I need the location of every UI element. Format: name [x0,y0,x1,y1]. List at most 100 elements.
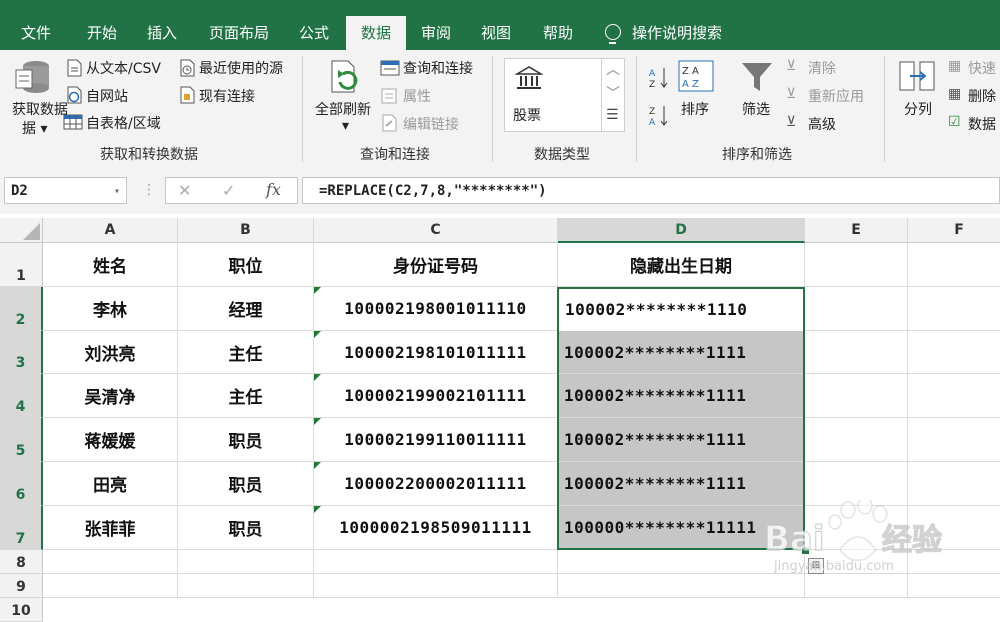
row-header[interactable]: 9 [0,574,43,598]
table-cell-title[interactable]: 职员 [178,462,314,506]
tab-insert[interactable]: 插入 [136,16,188,50]
table-cell-masked[interactable]: 100000********11111 [558,506,805,550]
column-header-a[interactable]: A [43,218,178,243]
insert-function-icon[interactable]: fx [266,180,281,199]
text-to-columns-button[interactable]: 分列 [904,99,932,119]
name-box[interactable]: D2 ▾ [4,177,127,204]
header-cell-name[interactable]: 姓名 [43,243,178,287]
table-cell-title[interactable]: 职员 [178,418,314,462]
tab-file[interactable]: 文件 [10,16,62,50]
empty-cell[interactable] [178,574,314,598]
row-header[interactable]: 5 [0,418,43,462]
table-cell-name[interactable]: 李林 [43,287,178,331]
table-cell-title[interactable]: 主任 [178,331,314,374]
header-cell-id[interactable]: 身份证号码 [314,243,558,287]
enter-icon[interactable]: ✓ [222,181,235,200]
recent-sources-button[interactable]: 最近使用的源 [199,58,283,78]
empty-cell[interactable] [805,287,908,331]
header-cell-masked[interactable]: 隐藏出生日期 [558,243,805,287]
empty-cell[interactable] [558,574,805,598]
column-header-f[interactable]: F [908,218,1000,243]
empty-cell[interactable] [43,550,178,574]
table-cell-name[interactable]: 张菲菲 [43,506,178,550]
table-cell-id[interactable]: 100002198001011110 [314,287,558,331]
cancel-icon[interactable]: ✕ [178,181,191,200]
chevron-down-icon[interactable]: ▾ [114,178,120,205]
table-cell-id[interactable]: 100002200002011111 [314,462,558,506]
row-header[interactable]: 2 [0,287,43,331]
table-cell-id[interactable]: 100002198101011111 [314,331,558,374]
table-cell-name[interactable]: 田亮 [43,462,178,506]
quick-analysis-icon[interactable]: ⊞ [808,558,824,574]
empty-cell[interactable] [805,331,908,374]
data-type-gallery[interactable]: 股票 [504,58,602,132]
reapply-button[interactable]: 重新应用 [808,86,864,106]
empty-cell[interactable] [805,243,908,287]
empty-cell[interactable] [314,574,558,598]
column-header-c[interactable]: C [314,218,558,243]
from-text-csv-button[interactable]: 从文本/CSV [86,58,161,78]
fill-handle[interactable] [801,546,810,555]
filter-button[interactable]: 筛选 [742,99,770,119]
table-cell-title[interactable]: 职员 [178,506,314,550]
get-data-button[interactable]: 获取数据 [12,99,68,119]
chevron-down-icon[interactable]: ﹀ [606,83,620,103]
column-header-e[interactable]: E [805,218,908,243]
empty-cell[interactable] [908,287,1000,331]
row-header[interactable]: 7 [0,506,43,550]
formula-input[interactable]: =REPLACE(C2,7,8,"********") [302,177,1000,204]
stocks-data-type[interactable]: 股票 [513,105,541,125]
empty-cell[interactable] [908,331,1000,374]
header-cell-title[interactable]: 职位 [178,243,314,287]
chevron-up-icon[interactable]: ︿ [606,59,620,79]
clear-button[interactable]: 清除 [808,58,836,78]
row-header[interactable]: 3 [0,331,43,374]
row-header[interactable]: 1 [0,243,43,287]
properties-button[interactable]: 属性 [403,86,431,106]
table-cell-title[interactable]: 经理 [178,287,314,331]
empty-cell[interactable] [805,574,908,598]
from-table-range-button[interactable]: 自表格/区域 [86,113,161,133]
tab-data[interactable]: 数据 [346,16,406,50]
empty-cell[interactable] [908,506,1000,550]
empty-cell[interactable] [178,550,314,574]
table-cell-name[interactable]: 吴清净 [43,374,178,418]
table-cell-masked[interactable]: 100002********1111 [558,418,805,462]
empty-cell[interactable] [908,374,1000,418]
empty-cell[interactable] [908,574,1000,598]
table-cell-id[interactable]: 100002199002101111 [314,374,558,418]
empty-cell[interactable] [805,418,908,462]
tab-review[interactable]: 审阅 [410,16,462,50]
empty-cell[interactable] [805,374,908,418]
active-cell-d2[interactable]: 100002********1110 [559,289,803,330]
chevron-down-icon[interactable]: ▾ [342,118,349,134]
edit-links-button[interactable]: 编辑链接 [403,114,459,134]
table-cell-name[interactable]: 蒋媛媛 [43,418,178,462]
column-header-d[interactable]: D [558,218,805,243]
expand-gallery-icon[interactable]: ☰ [606,107,619,123]
table-cell-id[interactable]: 1000002198509011111 [314,506,558,550]
tab-view[interactable]: 视图 [470,16,522,50]
tell-me-search[interactable]: 操作说明搜索 [632,16,742,50]
table-cell-title[interactable]: 主任 [178,374,314,418]
table-cell-masked[interactable]: 100002********1111 [558,374,805,418]
get-data-dropdown[interactable]: 据 ▾ [22,118,47,138]
advanced-button[interactable]: 高级 [808,114,836,134]
flash-fill-button[interactable]: 快速 [968,58,996,78]
empty-cell[interactable] [314,550,558,574]
sort-button[interactable]: 排序 [681,99,709,119]
tab-help[interactable]: 帮助 [530,16,586,50]
tab-formulas[interactable]: 公式 [288,16,340,50]
table-cell-masked[interactable]: 100002********1111 [558,331,805,374]
from-web-button[interactable]: 自网站 [86,86,128,106]
column-header-b[interactable]: B [178,218,314,243]
data-validation-button[interactable]: 数据 [968,114,996,134]
queries-connections-button[interactable]: 查询和连接 [403,58,473,78]
table-cell-masked[interactable]: 100002********1111 [558,462,805,506]
empty-cell[interactable] [908,243,1000,287]
tab-page-layout[interactable]: 页面布局 [200,16,278,50]
empty-cell[interactable] [43,574,178,598]
empty-cell[interactable] [558,550,805,574]
remove-duplicates-button[interactable]: 删除 [968,86,996,106]
select-all-corner[interactable] [0,218,43,243]
